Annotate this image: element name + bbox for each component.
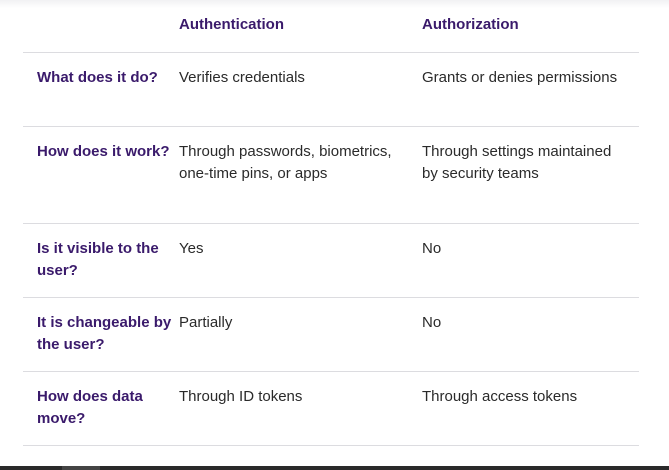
authorization-cell: Through settings maintained by security … [422,126,639,224]
row-question: Is it visible to the user? [23,223,179,298]
table-header-row: Authentication Authorization [23,0,639,53]
table-row: It is changeable by the user? Partially … [23,297,639,372]
row-question: It is changeable by the user? [23,297,179,372]
header-authentication: Authentication [179,0,422,53]
authentication-cell: Verifies credentials [179,52,422,127]
authentication-cell: Yes [179,223,422,298]
authorization-cell: No [422,297,639,372]
authorization-cell: No [422,223,639,298]
horizontal-scrollbar[interactable] [0,466,669,470]
row-question: How does data move? [23,371,179,446]
authentication-cell: Through passwords, biometrics, one-time … [179,126,422,224]
header-empty-cell [23,0,179,53]
scrollbar-thumb[interactable] [62,466,100,470]
table-row: Is it visible to the user? Yes No [23,223,639,298]
row-question: How does it work? [23,126,179,224]
row-question: What does it do? [23,52,179,127]
comparison-table: Authentication Authorization What does i… [23,0,639,446]
table-row: How does it work? Through passwords, bio… [23,126,639,224]
header-authorization: Authorization [422,0,639,53]
authorization-cell: Grants or denies permissions [422,52,639,127]
table-row: How does data move? Through ID tokens Th… [23,371,639,446]
authentication-cell: Through ID tokens [179,371,422,446]
authentication-cell: Partially [179,297,422,372]
table-row: What does it do? Verifies credentials Gr… [23,52,639,127]
authorization-cell: Through access tokens [422,371,639,446]
